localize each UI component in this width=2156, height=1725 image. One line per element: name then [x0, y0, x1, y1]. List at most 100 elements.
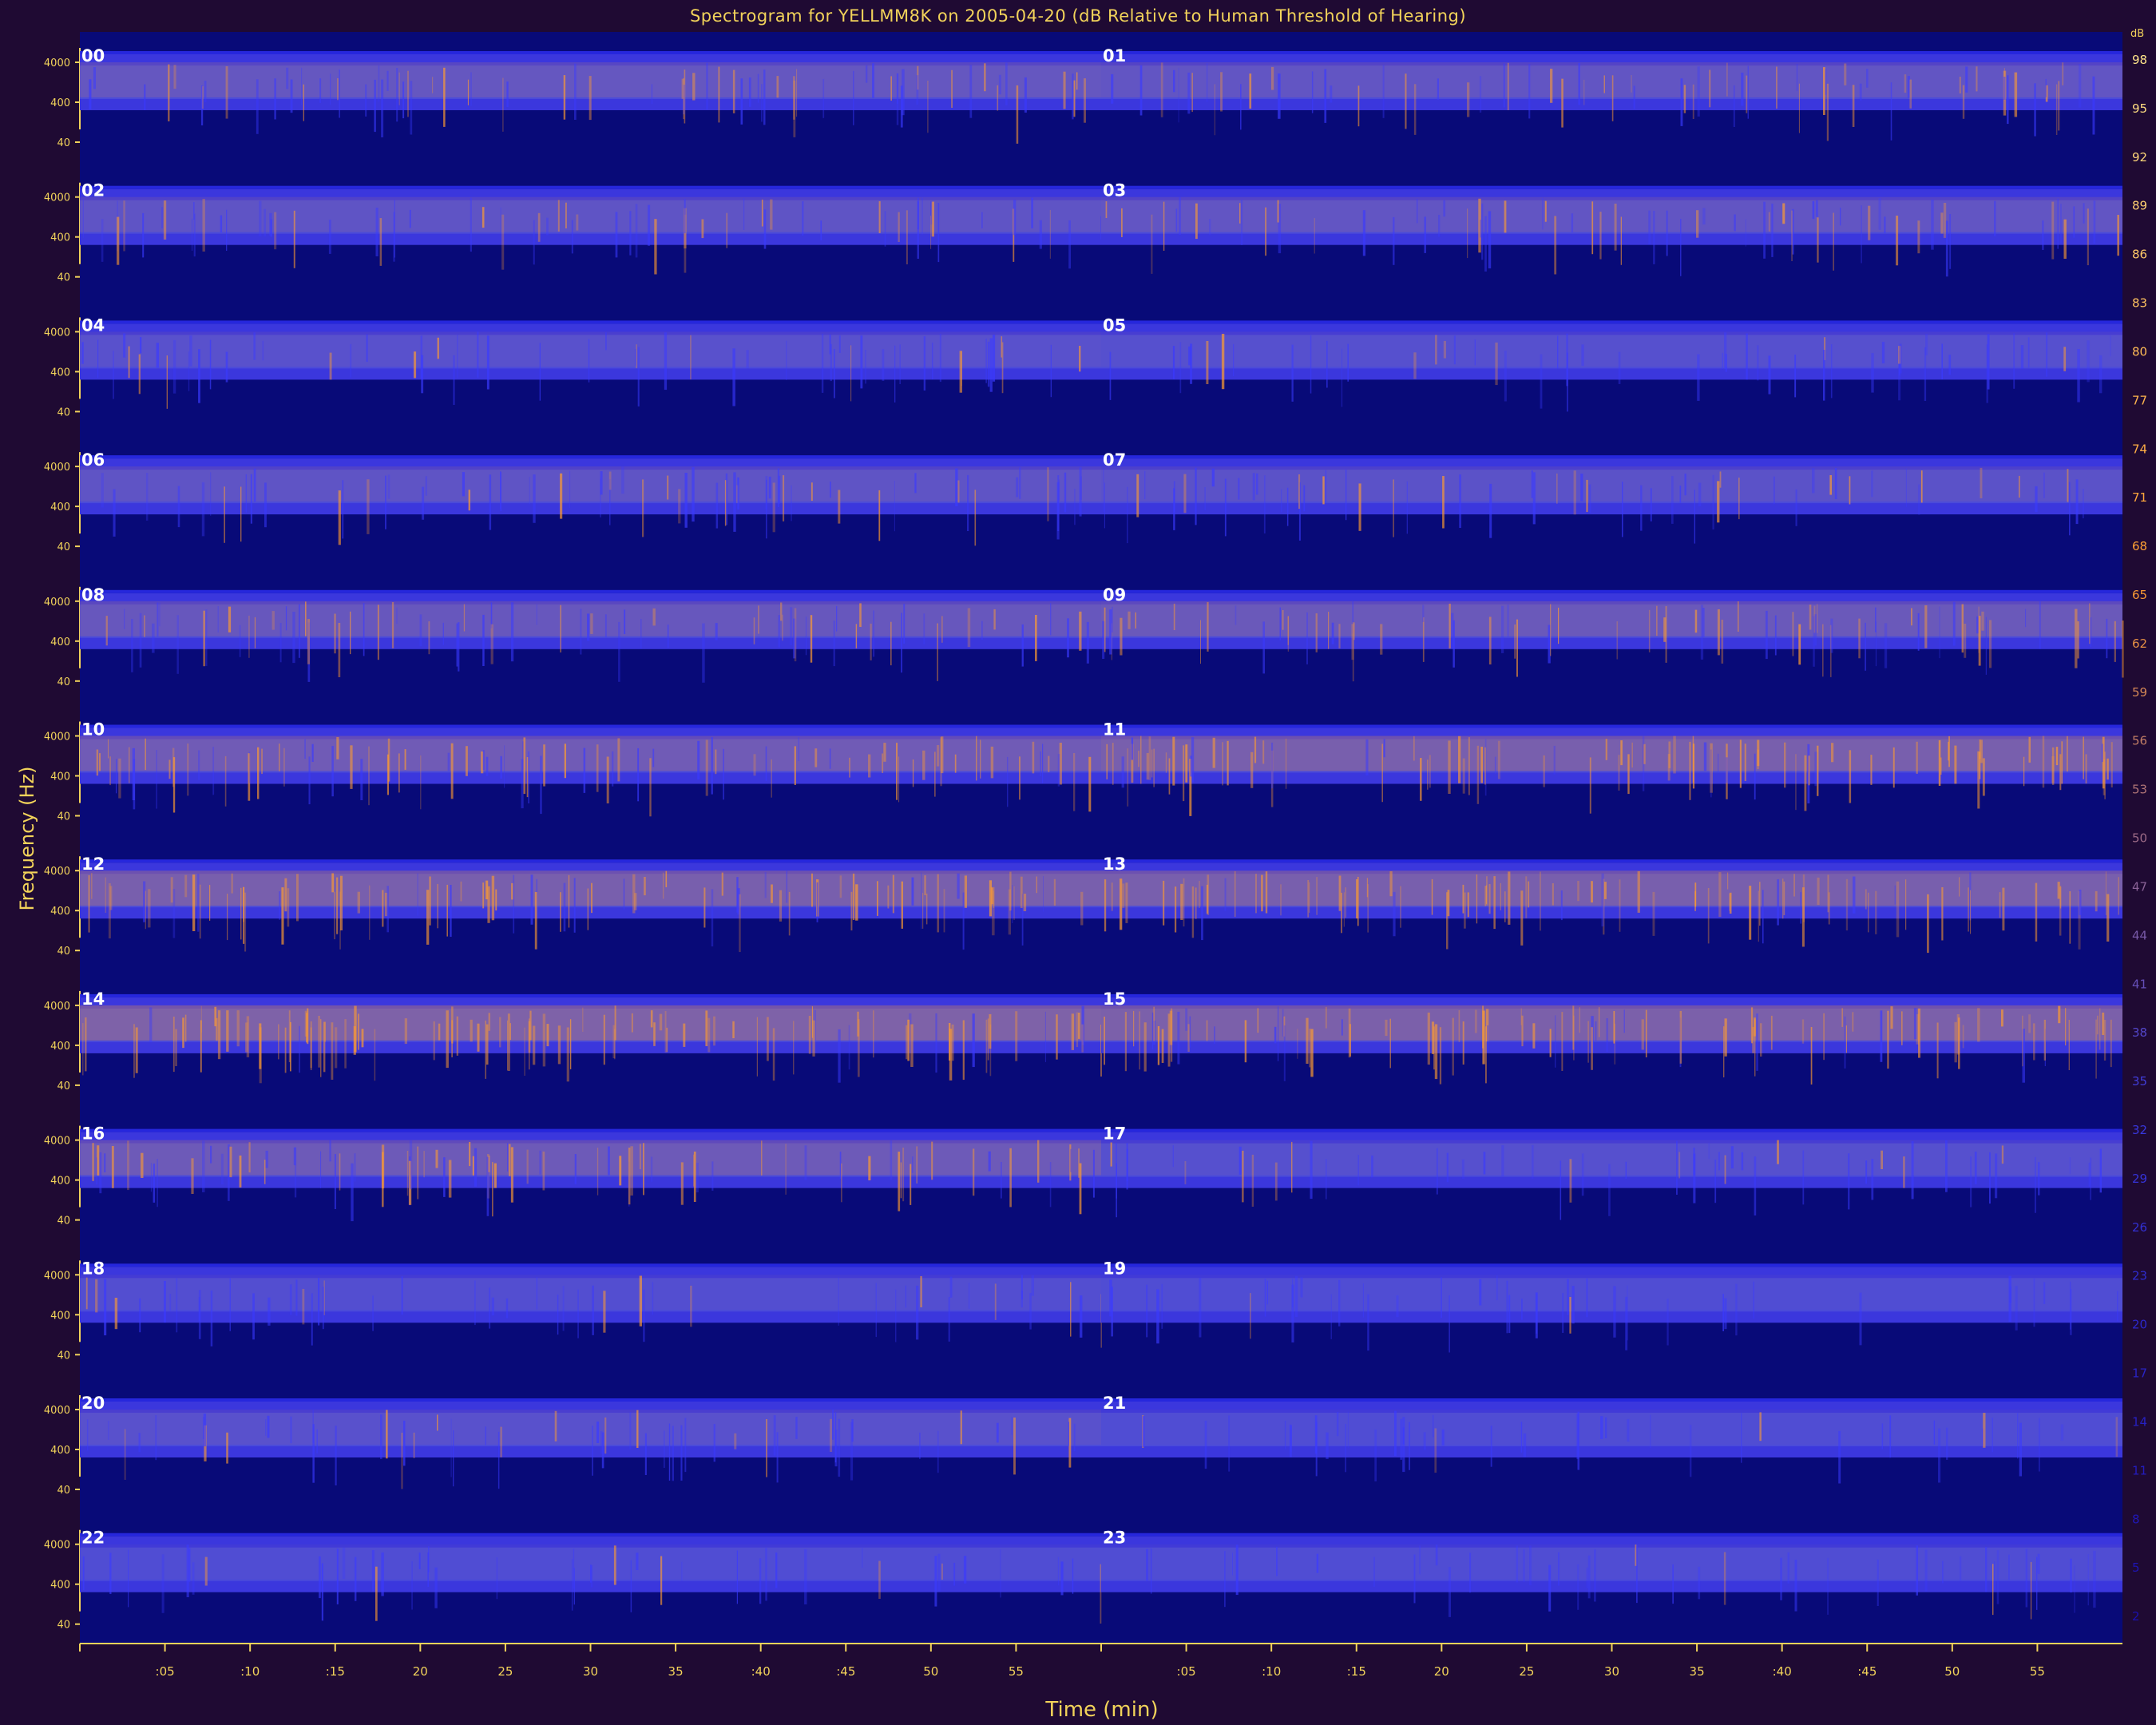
noise-spike: [834, 1430, 838, 1467]
noise-spike: [1712, 474, 1714, 529]
noise-spike: [265, 1419, 267, 1436]
noise-spike: [560, 605, 561, 652]
noise-spike: [924, 875, 926, 895]
noise-spike: [279, 891, 281, 920]
noise-spike: [652, 1282, 654, 1315]
noise-spike: [443, 1157, 446, 1197]
noise-spike: [1941, 343, 1943, 379]
noise-spike: [771, 884, 773, 903]
noise-spike: [1330, 85, 1333, 103]
noise-spike: [1507, 62, 1509, 110]
noise-spike: [573, 878, 576, 933]
noise-spike: [344, 1019, 347, 1069]
noise-spike: [228, 1144, 230, 1201]
noise-spike: [899, 344, 901, 384]
noise-spike: [1074, 488, 1076, 525]
noise-spike: [2067, 736, 2068, 772]
noise-spike: [1310, 1029, 1314, 1077]
noise-spike: [149, 1007, 153, 1043]
noise-spike: [210, 472, 212, 516]
noise-spike: [1127, 486, 1128, 544]
noise-spike: [1277, 200, 1279, 223]
noise-spike: [1487, 1025, 1489, 1052]
noise-spike: [1173, 488, 1175, 530]
noise-spike: [1328, 612, 1330, 649]
noise-spike: [1828, 892, 1830, 925]
noise-spike: [528, 751, 529, 803]
noise-spike: [1484, 747, 1486, 785]
band-edge: [1101, 859, 2122, 863]
noise-spike: [1560, 1160, 1562, 1220]
noise-spike: [934, 1556, 937, 1607]
noise-spike: [108, 1421, 109, 1440]
noise-spike: [157, 602, 159, 637]
freq-tick-label: 40: [57, 1485, 70, 1497]
noise-spike: [634, 893, 637, 910]
noise-spike: [306, 1013, 308, 1043]
hour-label: 17: [1103, 1124, 1126, 1144]
noise-spike: [1954, 1021, 1957, 1063]
noise-spike: [573, 1568, 575, 1605]
noise-spike: [1274, 1162, 1278, 1201]
noise-spike: [1330, 1294, 1332, 1339]
time-tick-label: :10: [240, 1664, 260, 1679]
noise-spike: [1221, 334, 1225, 390]
noise-spike: [409, 209, 411, 228]
noise-spike: [1500, 882, 1501, 910]
noise-spike: [456, 623, 458, 667]
noise-spike: [372, 1295, 374, 1331]
noise-spike: [133, 759, 136, 810]
noise-spike: [985, 1019, 988, 1073]
freq-tick-label: 4000: [44, 1270, 70, 1282]
noise-spike: [2060, 204, 2062, 244]
noise-spike: [1905, 468, 1907, 507]
noise-spike: [124, 1429, 126, 1480]
noise-spike: [1073, 753, 1076, 811]
time-tick-label: 35: [1690, 1664, 1705, 1679]
noise-spike: [761, 1140, 763, 1176]
noise-spike: [1794, 355, 1797, 398]
hour-label: 16: [81, 1124, 105, 1144]
noise-spike: [1552, 883, 1554, 906]
noise-spike: [802, 201, 804, 236]
noise-spike: [997, 85, 999, 111]
noise-spike: [1965, 66, 1968, 93]
freq-tick-label: 40: [57, 406, 70, 418]
noise-spike: [485, 1024, 489, 1065]
noise-spike: [1734, 214, 1736, 232]
colorbar-tick-label: 68: [2132, 539, 2147, 553]
noise-spike: [1427, 759, 1429, 790]
noise-spike: [290, 1416, 292, 1444]
noise-spike: [1613, 1011, 1615, 1044]
colorbar-tick-label: 2: [2132, 1609, 2140, 1624]
noise-spike: [403, 1420, 406, 1466]
noise-spike: [1044, 1011, 1046, 1062]
noise-spike: [477, 331, 479, 378]
band-energy: [80, 1005, 1101, 1041]
freq-tick-label: 40: [57, 676, 70, 688]
noise-spike: [1016, 85, 1019, 144]
noise-spike: [1053, 878, 1056, 906]
noise-spike: [2063, 347, 2067, 371]
noise-spike: [1603, 75, 1605, 93]
noise-spike: [637, 347, 640, 406]
noise-spike: [411, 1561, 413, 1610]
noise-spike: [1985, 1547, 1988, 1592]
noise-spike: [283, 748, 285, 787]
noise-spike: [470, 1019, 473, 1042]
noise-spike: [1024, 77, 1027, 113]
noise-spike: [1962, 1025, 1964, 1049]
band-energy: [1101, 331, 2122, 367]
band-edge: [80, 51, 1101, 54]
noise-spike: [2042, 736, 2045, 788]
noise-spike: [684, 1418, 687, 1473]
noise-spike: [1849, 750, 1852, 803]
noise-spike: [1136, 474, 1139, 518]
noise-spike: [1770, 1015, 1773, 1050]
noise-spike: [248, 751, 251, 783]
noise-spike: [278, 1024, 279, 1060]
noise-spike: [1306, 612, 1308, 664]
noise-spike: [500, 471, 501, 510]
noise-spike: [1495, 342, 1498, 386]
noise-spike: [145, 890, 146, 930]
